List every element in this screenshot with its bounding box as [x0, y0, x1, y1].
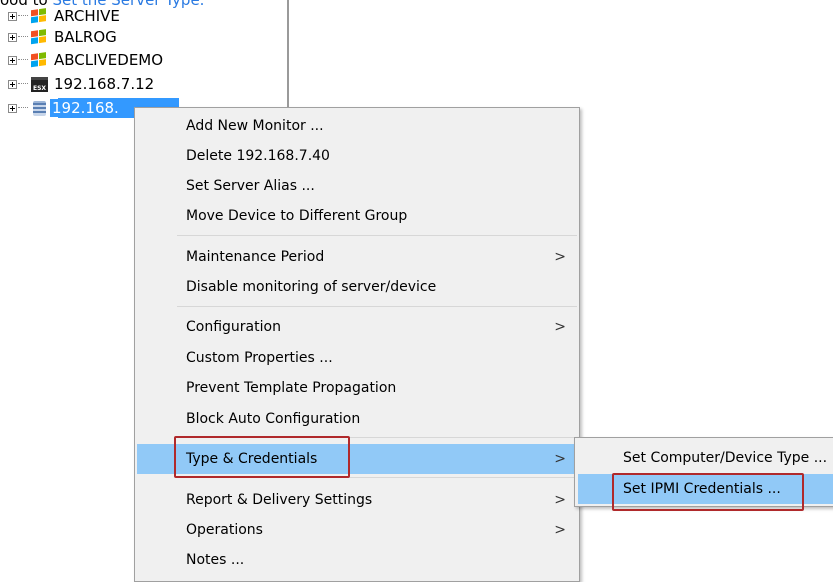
menu-item-label: Add New Monitor ... [186, 118, 324, 134]
menu-item-delete-device[interactable]: Delete 192.168.7.40 [137, 141, 577, 171]
menu-item-maintenance-period[interactable]: Maintenance Period > [137, 242, 577, 272]
menu-item-label: Prevent Template Propagation [186, 380, 397, 396]
submenu-arrow-icon: > [554, 319, 566, 335]
menu-separator [177, 235, 577, 236]
menu-item-label: Configuration [186, 319, 281, 335]
menu-item-label: Delete 192.168.7.40 [186, 148, 330, 164]
submenu-item-set-device-type[interactable]: Set Computer/Device Type ... [578, 443, 833, 473]
menu-item-label: Set Server Alias ... [186, 178, 315, 194]
tree-node-label: 192.168. [50, 99, 121, 117]
tree-connector [18, 15, 28, 17]
esx-server-icon: ESX [31, 76, 48, 92]
expand-icon[interactable] [8, 11, 17, 21]
submenu-arrow-icon: > [554, 492, 566, 508]
context-menu: Add New Monitor ... Delete 192.168.7.40 … [134, 107, 580, 582]
menu-item-add-new-monitor[interactable]: Add New Monitor ... [137, 111, 577, 141]
device-tree: ARCHIVE BALROG ABCLIVEDEMO ESX 192.168.7… [0, 0, 290, 120]
menu-item-label: Report & Delivery Settings [186, 492, 373, 508]
tree-node-label: ABCLIVEDEMO [54, 51, 164, 69]
database-server-icon [33, 100, 46, 116]
expand-icon[interactable] [8, 79, 17, 89]
tree-connector [18, 83, 28, 85]
menu-item-notes[interactable]: Notes ... [137, 545, 577, 575]
tree-node-192-168-7-12[interactable]: ESX 192.168.7.12 [8, 74, 154, 94]
menu-item-label: Custom Properties ... [186, 350, 333, 366]
submenu-arrow-icon: > [554, 522, 566, 538]
expand-icon[interactable] [8, 32, 17, 42]
menu-item-block-auto-configuration[interactable]: Block Auto Configuration [137, 404, 577, 434]
menu-item-disable-monitoring[interactable]: Disable monitoring of server/device [137, 272, 577, 302]
tree-node-balrog[interactable]: BALROG [8, 27, 117, 47]
tree-node-label: 192.168.7.12 [54, 75, 155, 93]
expand-icon[interactable] [8, 103, 17, 113]
tree-node-label: ARCHIVE [54, 7, 120, 25]
menu-separator [177, 306, 577, 307]
menu-item-label: Disable monitoring of server/device [186, 279, 437, 295]
menu-item-label: Move Device to Different Group [186, 208, 408, 224]
windows-icon [31, 8, 48, 26]
tree-node-label: BALROG [54, 28, 117, 46]
tree-node-archive[interactable]: ARCHIVE [8, 6, 120, 26]
menu-item-report-delivery[interactable]: Report & Delivery Settings > [137, 485, 577, 515]
menu-item-set-server-alias[interactable]: Set Server Alias ... [137, 171, 577, 201]
annotation-box-type-credentials [174, 436, 350, 478]
tree-node-selected-device[interactable]: 192.168. [8, 98, 121, 118]
menu-item-label: Block Auto Configuration [186, 411, 361, 427]
tree-node-abclivedemo[interactable]: ABCLIVEDEMO [8, 50, 163, 70]
submenu-item-label: Set Computer/Device Type ... [623, 450, 828, 466]
expand-icon[interactable] [8, 55, 17, 65]
tree-connector [18, 107, 28, 109]
submenu-arrow-icon: > [554, 249, 566, 265]
menu-item-label: Notes ... [186, 552, 245, 568]
menu-item-operations[interactable]: Operations > [137, 515, 577, 545]
menu-item-label: Operations [186, 522, 263, 538]
menu-item-move-device[interactable]: Move Device to Different Group [137, 201, 577, 231]
tree-connector [18, 36, 28, 38]
tree-connector [18, 59, 28, 61]
windows-icon [31, 52, 48, 70]
menu-item-configuration[interactable]: Configuration > [137, 312, 577, 342]
menu-item-prevent-template-propagation[interactable]: Prevent Template Propagation [137, 373, 577, 403]
menu-item-label: Maintenance Period [186, 249, 325, 265]
annotation-box-set-ipmi-credentials [612, 473, 804, 511]
windows-icon [31, 29, 48, 47]
menu-item-custom-properties[interactable]: Custom Properties ... [137, 343, 577, 373]
submenu-arrow-icon: > [554, 451, 566, 467]
